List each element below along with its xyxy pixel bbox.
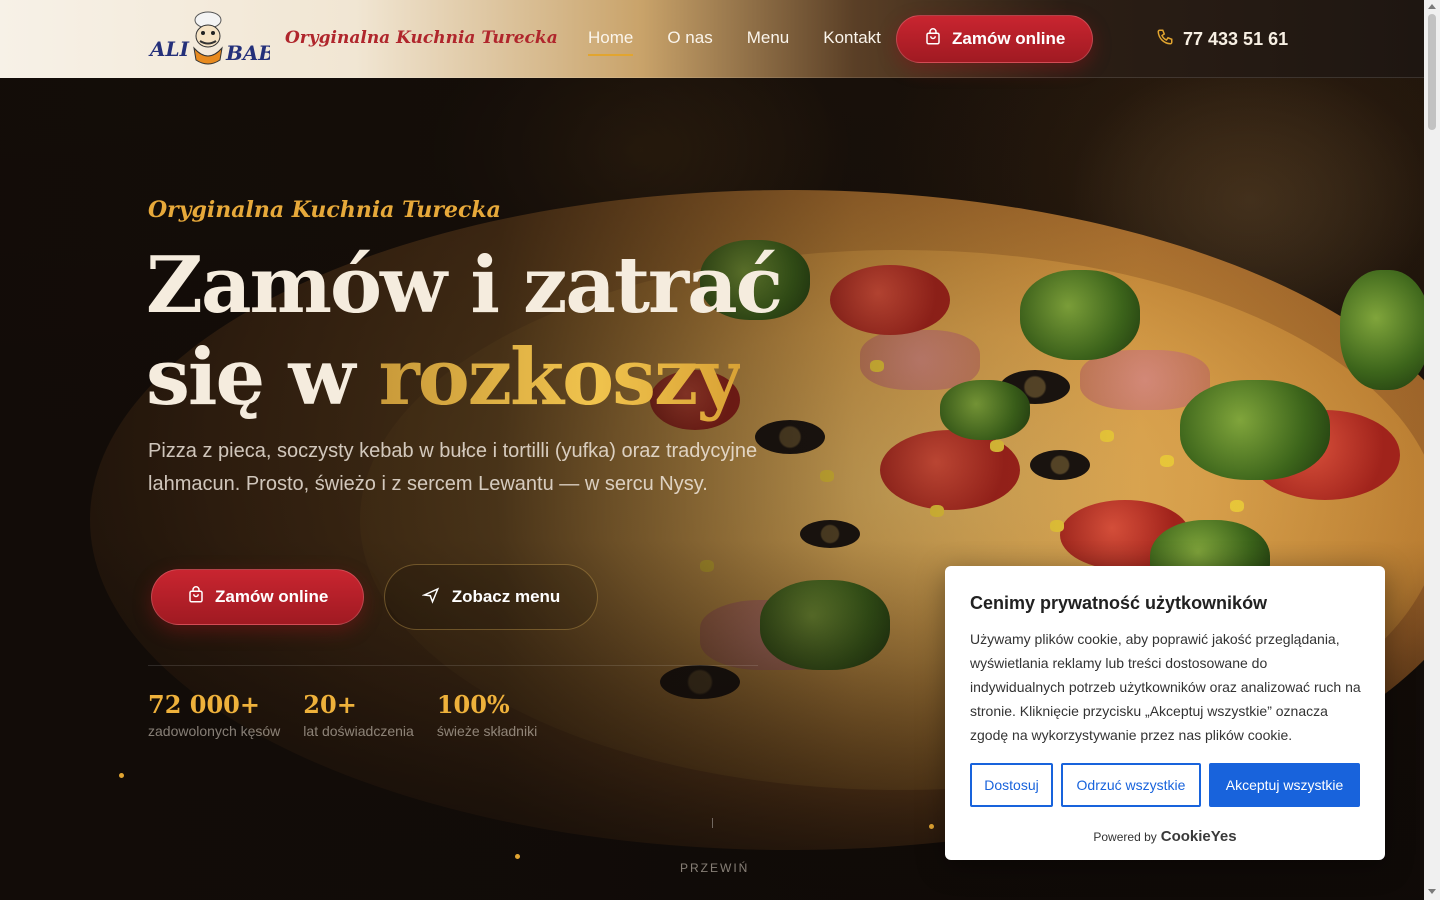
hero-headline: Zamów i zatrać się w rozkoszy [146,240,783,424]
stat-item: 72 000+ zadowolonych kęsów [148,690,280,739]
scroll-up-arrow-icon[interactable] [1428,4,1436,9]
cookie-title: Cenimy prywatność użytkowników [970,593,1268,613]
cookie-consent-banner: Cenimy prywatność użytkowników Używamy p… [945,566,1385,860]
headline-line-1: Zamów i zatrać [146,240,783,331]
headline-line-2: się w [146,332,379,423]
cookie-customize-button[interactable]: Dostosuj [970,763,1053,807]
cookieyes-logo[interactable]: CookieYes [1161,828,1237,845]
powered-by-label: Powered by [1093,830,1157,844]
svg-text:BABA: BABA [225,41,270,65]
nav-home[interactable]: Home [588,28,634,56]
decorative-dot [515,854,520,859]
stat-label: lat doświadczenia [303,723,414,739]
scroll-down-arrow-icon[interactable] [1428,889,1436,894]
decorative-dot [929,824,934,829]
cookie-accept-button[interactable]: Akceptuj wszystkie [1209,763,1360,807]
header-phone-link[interactable]: 77 433 51 61 [1156,28,1288,51]
hero-order-button[interactable]: Zamów online [151,569,365,625]
send-icon [421,586,440,609]
nav-kontakt[interactable]: Kontakt [823,28,881,56]
hero-kicker: Oryginalna Kuchnia Turecka [148,197,501,223]
stat-label: zadowolonych kęsów [148,723,281,739]
logo-graphic: ALI BABA [148,11,291,65]
hero-lead: Pizza z pieca, soczysty kebab w bułce i … [148,440,758,495]
main-nav: Home O nas Menu Kontakt [588,28,881,56]
hero-order-label: Zamów online [215,587,329,606]
scrollbar-thumb[interactable] [1428,14,1436,130]
stat-item: 100% świeże składniki [437,690,537,739]
shopping-bag-icon [187,585,205,609]
ali-baba-logo[interactable]: ALI BABA [148,10,291,68]
scroll-label[interactable]: PRZEWIŃ [680,861,749,875]
see-menu-label: Zobacz menu [451,587,561,606]
stat-value: 100% [436,690,510,719]
headline-highlight: rozkoszy [378,332,742,423]
phone-icon [1156,28,1174,51]
cookie-text: Używamy plików cookie, aby poprawić jako… [970,631,1361,743]
stat-item: 20+ lat doświadczenia [303,690,414,739]
decorative-dot [119,773,124,778]
hero-divider [148,665,758,666]
svg-text:ALI: ALI [148,37,190,61]
scroll-indicator-line [712,818,713,828]
header-order-label: Zamów online [952,29,1066,48]
see-menu-button[interactable]: Zobacz menu [384,564,598,630]
header-order-button[interactable]: Zamów online [896,15,1094,63]
phone-number: 77 433 51 61 [1183,29,1289,49]
hero-stats: 72 000+ zadowolonych kęsów 20+ lat doświ… [148,690,537,739]
shopping-bag-icon [924,27,942,51]
nav-o-nas[interactable]: O nas [667,28,712,56]
nav-menu[interactable]: Menu [747,28,790,56]
stat-label: świeże składniki [436,723,538,739]
page-scrollbar[interactable] [1424,0,1440,900]
stat-value: 20+ [303,690,357,719]
site-header: ALI BABA Oryginalna Kuchnia Turecka Home… [0,0,1424,78]
cookie-reject-button[interactable]: Odrzuć wszystkie [1061,763,1201,807]
cookie-powered-by: Powered by CookieYes [945,828,1385,845]
stat-value: 72 000+ [148,690,260,719]
header-tagline: Oryginalna Kuchnia Turecka [285,28,558,48]
